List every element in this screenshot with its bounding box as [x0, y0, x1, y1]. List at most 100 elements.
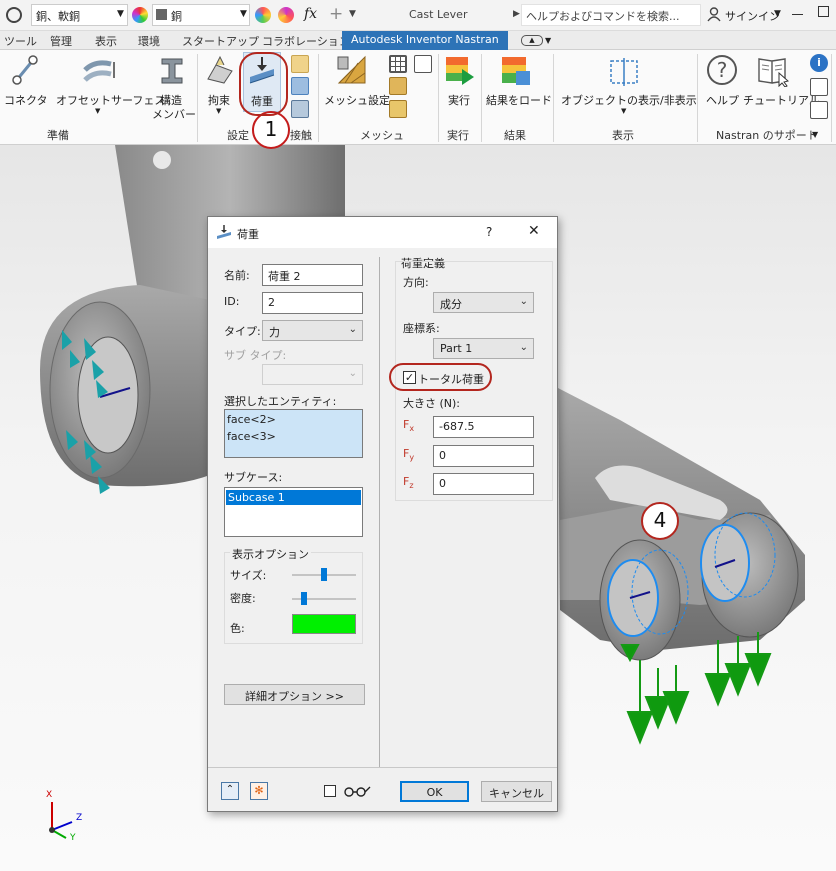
load-results-button[interactable]: 結果をロード	[484, 52, 552, 112]
chevron-down-icon[interactable]: ▼	[812, 130, 818, 139]
collapse-icon[interactable]: ⌃	[221, 782, 239, 800]
direction-select[interactable]: 成分 ⌄	[433, 292, 534, 313]
appearance-value: 銅	[171, 10, 182, 23]
magnitude-label: 大きさ (N):	[403, 397, 461, 410]
group-label-support: Nastran のサポート	[716, 129, 818, 142]
run-label: 実行	[448, 94, 470, 107]
document-title: Cast Lever	[409, 8, 468, 21]
group-label-run: 実行	[447, 129, 469, 142]
entities-list[interactable]: face<2> face<3>	[224, 409, 363, 458]
total-load-checkbox[interactable]: ✓	[403, 371, 416, 384]
maximize-icon[interactable]	[818, 6, 829, 17]
display-options-label: 表示オプション	[230, 546, 311, 562]
tab-manage[interactable]: 管理	[50, 33, 72, 49]
material-select[interactable]: 銅、軟銅	[31, 4, 128, 26]
tab-getstarted[interactable]: スタートアップ	[182, 33, 259, 49]
appearance-select[interactable]: 銅	[152, 4, 250, 26]
tab-tools[interactable]: ツール	[4, 33, 37, 49]
group-separator	[318, 54, 319, 142]
customize-qat-icon[interactable]: ▼	[349, 9, 356, 19]
coord-value: Part 1	[440, 342, 473, 355]
material-value: 銅、軟銅	[36, 10, 80, 23]
id-input[interactable]: 2	[262, 292, 363, 314]
minimize-icon[interactable]	[792, 14, 803, 15]
ml-icon[interactable]	[810, 78, 828, 96]
type-select[interactable]: 力 ⌄	[262, 320, 363, 341]
tab-environment[interactable]: 環境	[138, 33, 160, 49]
dialog-splitter[interactable]	[379, 257, 380, 767]
info-icon[interactable]: i	[810, 54, 828, 72]
chevron-down-icon[interactable]: ▼	[774, 9, 781, 19]
density-slider[interactable]	[292, 592, 356, 605]
tab-view[interactable]: 表示	[95, 33, 117, 49]
pick-icon[interactable]: ✻	[250, 782, 268, 800]
size-slider-thumb[interactable]	[321, 568, 327, 581]
type-value: 力	[269, 326, 280, 339]
subcase-list[interactable]: Subcase 1	[224, 487, 363, 537]
structural-member-button[interactable]: 構造 メンバー	[150, 52, 196, 122]
density-slider-thumb[interactable]	[300, 592, 307, 605]
advanced-options-button[interactable]: 詳細オプション >>	[224, 684, 365, 705]
subcase-item[interactable]: Subcase 1	[226, 490, 361, 505]
name-input[interactable]: 荷重 2	[262, 264, 363, 286]
preview-checkbox[interactable]	[324, 785, 336, 797]
group-label-prep: 準備	[47, 129, 69, 142]
ribbon-panel: コネクタ オフセットサーフェス ▼ 構造 メンバー 準備 拘束 ▼ 荷重 設定 …	[0, 50, 836, 145]
coord-select[interactable]: Part 1 ⌄	[433, 338, 534, 359]
help-button[interactable]: ? ヘルプ	[702, 52, 742, 112]
chevron-down-icon: ▼	[216, 107, 222, 115]
help-search-input[interactable]: ヘルプおよびコマンドを検索...	[521, 4, 701, 26]
contact-auto-icon[interactable]	[291, 55, 309, 73]
mesh-preview-icon[interactable]	[389, 77, 407, 95]
fy-label: Fy	[403, 447, 414, 462]
chevron-down-icon[interactable]: ▼	[117, 9, 124, 19]
appearance-icon	[132, 7, 148, 23]
signin-link[interactable]: サインイン	[725, 8, 780, 24]
ok-button[interactable]: OK	[400, 781, 469, 802]
callout-1: 1	[252, 111, 290, 149]
entity-item[interactable]: face<2>	[227, 413, 276, 426]
mesh-local-icon[interactable]	[414, 55, 432, 73]
tutorial-button[interactable]: チュートリアル	[741, 52, 820, 112]
name-value: 荷重 2	[268, 270, 301, 283]
help-icon[interactable]: ?	[486, 225, 492, 239]
chevron-down-icon: ▼	[95, 107, 101, 115]
ribbon-display-icon[interactable]: ▲	[521, 35, 543, 46]
fz-input[interactable]: 0	[433, 473, 534, 495]
cancel-button[interactable]: キャンセル	[481, 781, 552, 802]
community-icon[interactable]	[810, 101, 828, 119]
dialog-title: 荷重	[237, 228, 259, 241]
chevron-down-icon: ⌄	[348, 324, 357, 335]
subtype-select[interactable]: ⌄	[262, 364, 363, 385]
show-hide-button[interactable]: オブジェクトの表示/非表示 ▼	[558, 52, 697, 122]
mesh-settings-button[interactable]: メッシュ設定	[322, 52, 390, 112]
tab-collaborate[interactable]: コラボレーション	[262, 33, 350, 49]
entity-item[interactable]: face<3>	[227, 430, 276, 443]
fx-input[interactable]: -687.5	[433, 416, 534, 438]
chevron-down-icon[interactable]: ▼	[545, 36, 551, 45]
contact-manual-icon[interactable]	[291, 77, 309, 95]
plus-icon[interactable]: +	[329, 4, 343, 24]
mesh-table-icon[interactable]	[389, 55, 407, 73]
color-swatch[interactable]	[292, 614, 356, 634]
run-button[interactable]: 実行	[441, 52, 479, 112]
connector-button[interactable]: コネクタ	[3, 52, 48, 112]
clear-appearance-icon[interactable]	[278, 7, 294, 23]
chevron-down-icon[interactable]: ▼	[240, 9, 247, 19]
color-label: 色:	[230, 622, 245, 635]
mesh-control-icon[interactable]	[389, 100, 407, 118]
adjust-appearance-icon[interactable]	[255, 7, 271, 23]
show-hide-icon	[610, 58, 638, 86]
offset-surface-button[interactable]: オフセットサーフェス ▼	[54, 52, 165, 122]
contact-edit-icon[interactable]	[291, 100, 309, 118]
fx-icon[interactable]: fx	[304, 6, 317, 22]
tab-nastran[interactable]: Autodesk Inventor Nastran	[342, 31, 508, 50]
app-menu-icon[interactable]	[6, 7, 22, 23]
fy-input[interactable]: 0	[433, 445, 534, 467]
load-results-icon	[502, 57, 530, 85]
fy-subscript: y	[409, 453, 415, 463]
constraint-button[interactable]: 拘束 ▼	[201, 52, 239, 122]
close-icon[interactable]: ✕	[528, 223, 540, 239]
size-slider[interactable]	[292, 568, 356, 581]
id-value: 2	[268, 296, 275, 309]
